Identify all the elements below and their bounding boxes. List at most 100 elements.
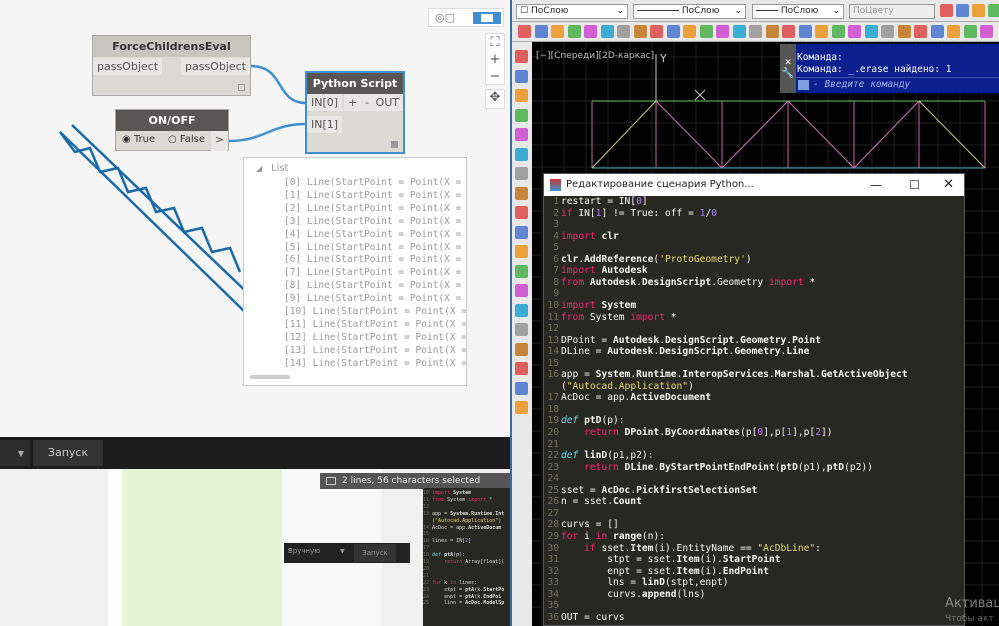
toolbar-tool-icon[interactable] bbox=[633, 25, 647, 38]
toolbar-tool-icon[interactable] bbox=[515, 303, 528, 317]
preview-toggle-icon[interactable] bbox=[238, 84, 245, 91]
toolbar-tool-icon[interactable] bbox=[515, 245, 528, 258]
toolbar-tool-icon[interactable] bbox=[881, 25, 894, 38]
view-switcher[interactable]: ◎▢ bbox=[428, 8, 504, 27]
watch-output-list[interactable]: ◢ List [0] Line(StartPoint = Point(X = -… bbox=[243, 157, 467, 386]
input-port-0[interactable]: IN[0] bbox=[307, 94, 343, 111]
toolbar-tool-icon[interactable] bbox=[518, 25, 531, 38]
toolbar-tool-icon[interactable] bbox=[666, 25, 680, 38]
lineweight-combo[interactable]: ПоСлою ⌄ bbox=[752, 4, 844, 19]
radio-true[interactable]: ◉ True bbox=[122, 134, 155, 145]
editor-titlebar[interactable]: Редактирование сценария Python... — ☐ ✕ bbox=[544, 174, 964, 196]
maximize-button[interactable]: ☐ bbox=[909, 174, 920, 196]
pan-icon[interactable]: ✥ bbox=[485, 89, 505, 109]
toolbar-tool-icon[interactable] bbox=[749, 25, 762, 38]
output-port[interactable]: OUT bbox=[371, 94, 403, 111]
toolbar-tool-icon[interactable] bbox=[551, 25, 564, 38]
toolbar-tool-icon[interactable] bbox=[515, 381, 528, 395]
toolbar-tool-icon[interactable] bbox=[515, 69, 528, 83]
toolbar-tool-icon[interactable] bbox=[515, 323, 528, 336]
minimize-button[interactable]: — bbox=[870, 174, 882, 196]
close-button[interactable]: ✕ bbox=[943, 174, 954, 196]
toolbar-tool-icon[interactable] bbox=[732, 25, 746, 38]
command-input[interactable]: - Введите команду bbox=[796, 77, 999, 92]
close-icon[interactable]: ✕ bbox=[780, 55, 796, 68]
toolbar-tool-icon[interactable] bbox=[699, 25, 713, 38]
truss-preview bbox=[59, 124, 256, 313]
toolbar-tool-icon[interactable] bbox=[515, 50, 528, 63]
list-item: [0] Line(StartPoint = Point(X = -7 bbox=[284, 177, 467, 188]
toolbar-tool-icon[interactable] bbox=[515, 362, 528, 375]
toolbar-tool-icon[interactable] bbox=[515, 89, 528, 102]
horizontal-scrollbar[interactable] bbox=[250, 375, 290, 379]
toolbar-tool-icon[interactable] bbox=[815, 25, 828, 38]
toolbar-tool-icon[interactable] bbox=[515, 342, 528, 356]
zoom-fit-icon[interactable]: ⛶ bbox=[486, 34, 504, 51]
node-force-childrens-eval[interactable]: ForceChildrensEval passObject passObject bbox=[92, 35, 251, 96]
command-handle[interactable]: ✕ 🔧 bbox=[780, 44, 796, 93]
wrench-icon[interactable]: 🔧 bbox=[780, 68, 796, 79]
toolbar-tool-icon[interactable] bbox=[940, 4, 953, 17]
toolbar-tool-icon[interactable] bbox=[567, 25, 581, 38]
add-input-button[interactable]: + bbox=[344, 94, 362, 111]
toolbar-tool-icon[interactable] bbox=[600, 25, 614, 38]
toolbar-tool-icon[interactable] bbox=[972, 4, 985, 17]
plotstyle-combo[interactable]: ПоЦвету bbox=[849, 4, 935, 19]
run-button[interactable]: Запуск bbox=[33, 440, 103, 466]
toolbar-tool-icon[interactable] bbox=[515, 167, 528, 180]
mini-run-mode[interactable]: Вручную bbox=[288, 547, 320, 555]
toolbar-tool-icon[interactable] bbox=[947, 25, 960, 38]
input-port[interactable]: passObject bbox=[93, 58, 163, 75]
toolbar-tool-icon[interactable] bbox=[534, 25, 548, 38]
output-port[interactable]: passObject bbox=[180, 58, 250, 75]
toolbar-tool-icon[interactable] bbox=[956, 4, 969, 17]
code-line: 17 AcDoc = app.ActiveDocument bbox=[547, 392, 712, 404]
radio-false[interactable]: ○ False bbox=[168, 134, 205, 145]
toolbar-tool-icon[interactable] bbox=[515, 401, 528, 414]
toolbar-tool-icon[interactable] bbox=[716, 25, 729, 38]
toolbar-tool-icon[interactable] bbox=[765, 25, 779, 38]
run-mode-dropdown[interactable]: ▼ bbox=[0, 440, 30, 466]
node-python-script[interactable]: Python Script IN[0] + - OUT IN[1] bbox=[305, 71, 405, 154]
layer-combo[interactable]: ☐ ПоСлою ⌄ bbox=[516, 4, 628, 19]
node-on-off[interactable]: ON/OFF ◉ True ○ False > bbox=[115, 109, 229, 151]
toolbar-tool-icon[interactable] bbox=[515, 264, 528, 278]
dynamo-canvas[interactable]: ◎▢ ⛶ + − ✥ ForceChildrensEval passObject p… bbox=[0, 0, 510, 437]
diagonal-member bbox=[591, 100, 657, 169]
collapse-icon[interactable]: ◢ bbox=[256, 164, 262, 173]
toolbar-tool-icon[interactable] bbox=[897, 25, 911, 38]
toolbar-tool-icon[interactable] bbox=[831, 25, 845, 38]
zoom-out-icon[interactable]: − bbox=[486, 68, 504, 85]
toolbar-tool-icon[interactable] bbox=[864, 25, 878, 38]
input-port-1[interactable]: IN[1] bbox=[307, 116, 343, 133]
toolbar-tool-icon[interactable] bbox=[963, 25, 977, 38]
toolbar-tool-icon[interactable] bbox=[515, 147, 528, 161]
toolbar-tool-icon[interactable] bbox=[617, 25, 630, 38]
toolbar-tool-icon[interactable] bbox=[980, 25, 993, 38]
chevron-down-icon[interactable]: ▼ bbox=[340, 548, 345, 555]
truss-drawing bbox=[591, 100, 986, 169]
geometry-view-icon[interactable]: ◎▢ bbox=[435, 11, 455, 24]
toolbar-tool-icon[interactable] bbox=[515, 128, 528, 141]
code-line: 3 bbox=[553, 219, 559, 231]
toolbar-tool-icon[interactable] bbox=[848, 25, 861, 38]
output-port[interactable]: > bbox=[210, 131, 228, 151]
toolbar-tool-icon[interactable] bbox=[584, 25, 597, 38]
toolbar-tool-icon[interactable] bbox=[515, 108, 528, 122]
toolbar-tool-icon[interactable] bbox=[683, 25, 696, 38]
zoom-in-icon[interactable]: + bbox=[486, 51, 504, 68]
mini-run-button[interactable]: Запуск bbox=[354, 544, 396, 562]
toolbar-tool-icon[interactable] bbox=[798, 25, 812, 38]
toolbar-tool-icon[interactable] bbox=[515, 186, 528, 200]
toolbar-tool-icon[interactable] bbox=[930, 25, 944, 38]
toolbar-tool-icon[interactable] bbox=[515, 206, 528, 219]
toolbar-tool-icon[interactable] bbox=[515, 225, 528, 239]
toolbar-tool-icon[interactable] bbox=[515, 284, 528, 297]
toolbar-tool-icon[interactable] bbox=[914, 25, 927, 38]
preview-toggle-icon[interactable] bbox=[391, 141, 398, 148]
linetype-combo[interactable]: ПоСлою ⌄ bbox=[633, 4, 746, 19]
graph-view-icon[interactable] bbox=[473, 12, 501, 24]
toolbar-tool-icon[interactable] bbox=[782, 25, 795, 38]
toolbar-tool-icon[interactable] bbox=[988, 4, 999, 17]
toolbar-tool-icon[interactable] bbox=[650, 25, 663, 38]
